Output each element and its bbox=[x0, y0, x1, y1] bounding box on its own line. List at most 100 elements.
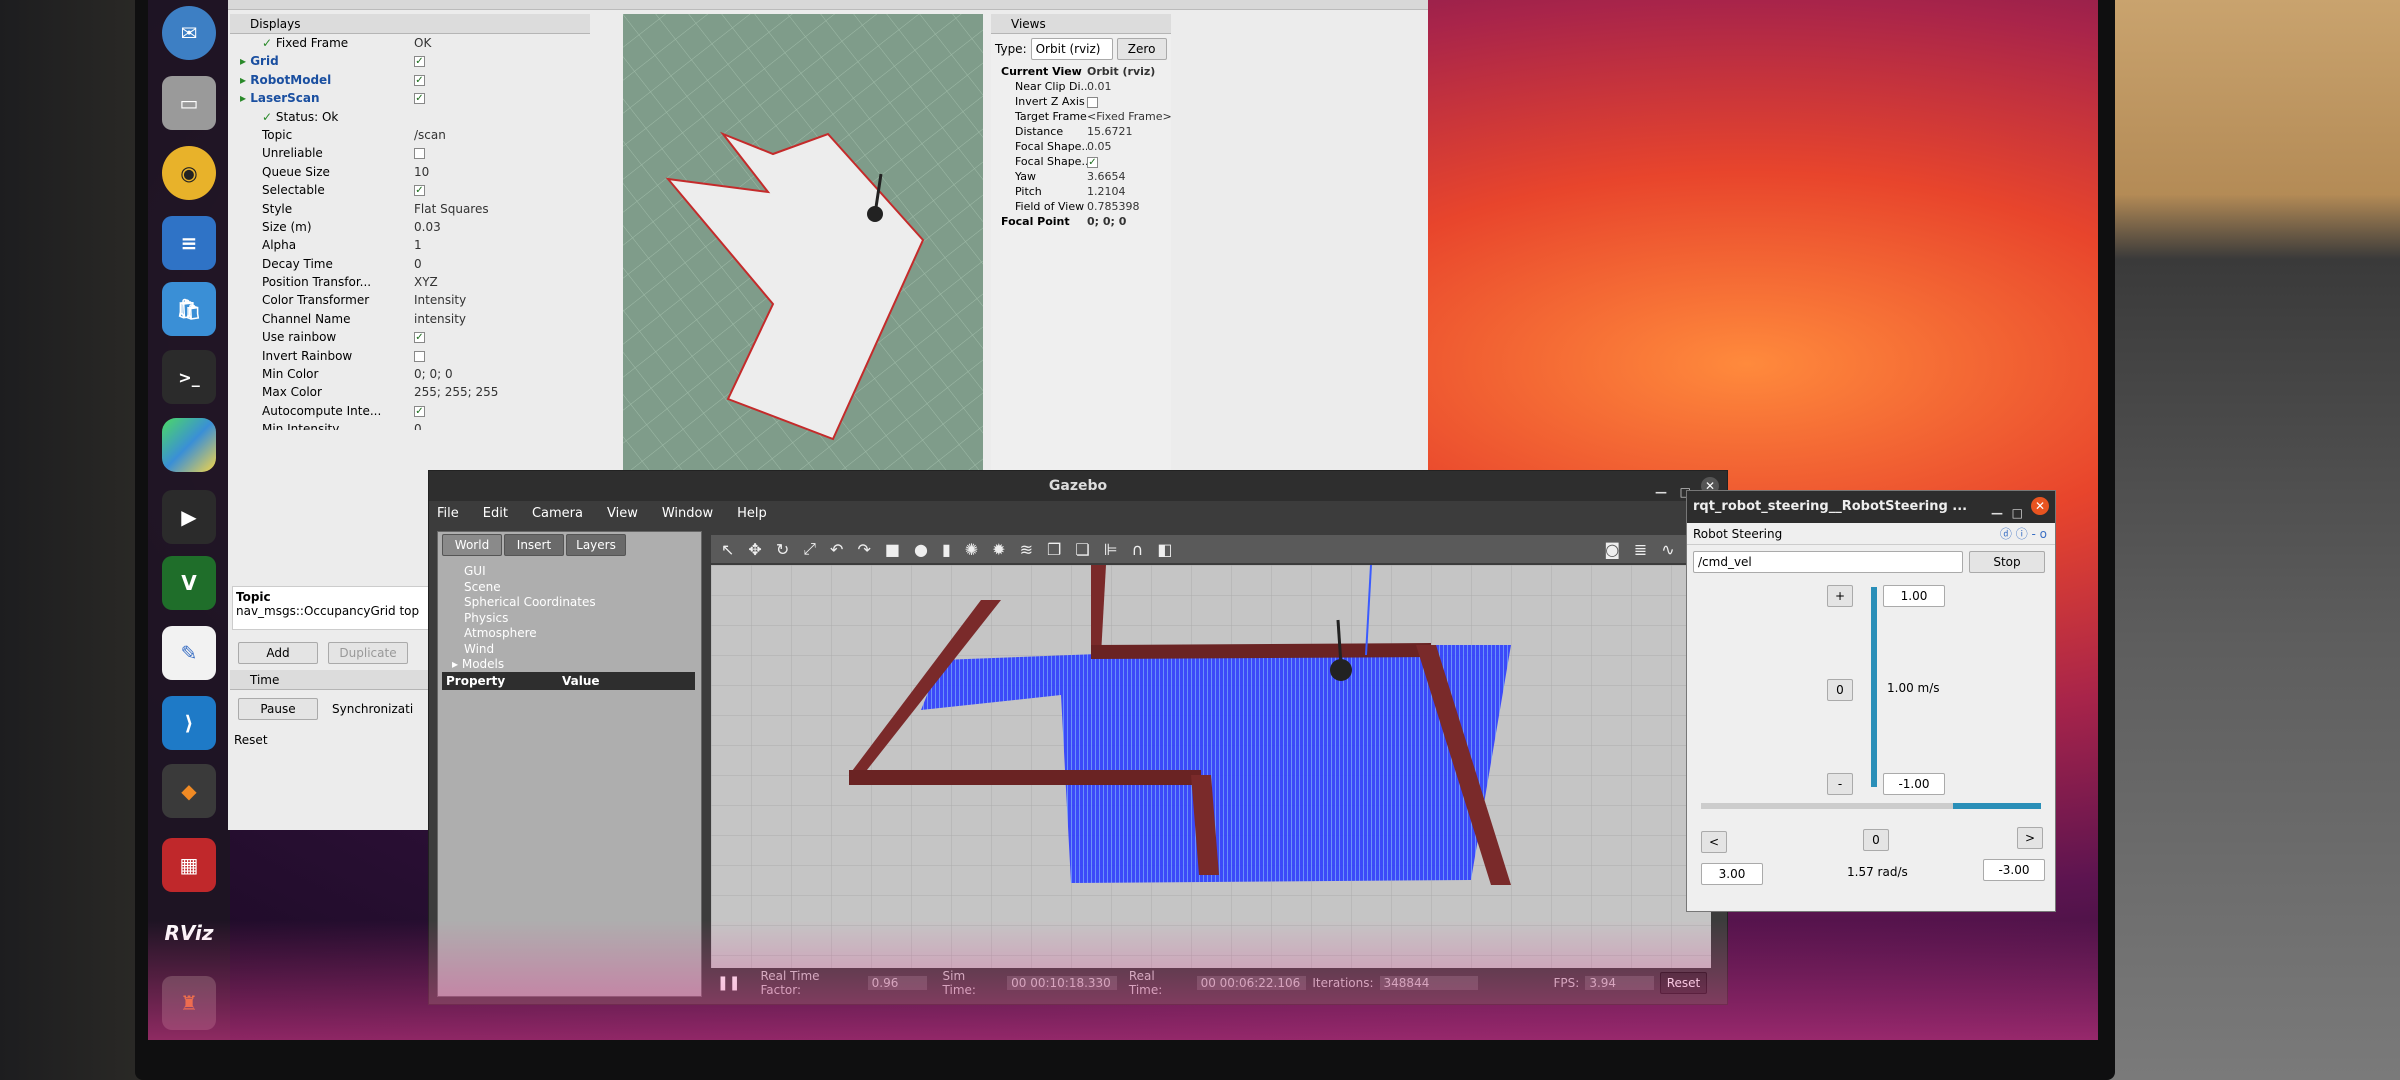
media-icon[interactable]: ▶ bbox=[162, 490, 216, 544]
display-property-row[interactable]: Color Transformer Intensity bbox=[234, 291, 590, 309]
display-property-row[interactable]: ▸ LaserScan ✓ bbox=[234, 89, 590, 107]
software-icon[interactable]: 🛍 bbox=[162, 282, 216, 336]
menu-file[interactable]: File bbox=[437, 501, 459, 527]
sphere-icon[interactable]: ● bbox=[914, 540, 928, 559]
checkbox[interactable]: ✓ bbox=[414, 56, 425, 68]
checkbox[interactable] bbox=[1087, 96, 1098, 108]
displays-tree[interactable]: ✓ Fixed Frame OK ▸ Grid ✓ ▸ RobotModel ✓ ▸ Las… bbox=[230, 34, 590, 470]
files-icon[interactable]: ▭ bbox=[162, 76, 216, 130]
screenshot-icon[interactable]: ◙ bbox=[1604, 540, 1620, 559]
display-property-row[interactable]: Topic/scan bbox=[234, 126, 590, 144]
3d-cube-icon[interactable] bbox=[162, 418, 216, 472]
view-property-row[interactable]: Distance 15.6721 bbox=[997, 124, 1171, 139]
display-property-row[interactable]: Decay Time 0 bbox=[234, 255, 590, 273]
editor-icon[interactable]: ✎ bbox=[162, 626, 216, 680]
view-property-row[interactable]: Focal Point 0; 0; 0 bbox=[997, 214, 1171, 229]
world-tree-item[interactable]: Scene bbox=[464, 580, 701, 596]
close-icon[interactable]: ✕ bbox=[2031, 497, 2049, 515]
view-property-row[interactable]: Invert Z Axis bbox=[997, 94, 1171, 109]
rhythmbox-icon[interactable]: ◉ bbox=[162, 146, 216, 200]
menu-window[interactable]: Window bbox=[662, 501, 713, 527]
cylinder-icon[interactable]: ▮ bbox=[942, 540, 951, 559]
linear-minus-button[interactable]: - bbox=[1827, 773, 1853, 795]
help-icon[interactable]: ⓓ ⓘ - o bbox=[2000, 523, 2047, 545]
menu-camera[interactable]: Camera bbox=[532, 501, 583, 527]
checkbox[interactable]: ✓ bbox=[414, 332, 425, 344]
angular-slider-track[interactable] bbox=[1701, 803, 2041, 809]
expand-icon[interactable]: ▸ bbox=[452, 657, 462, 671]
view-property-row[interactable]: Focal Shape... 0.05 bbox=[997, 139, 1171, 154]
checkbox[interactable]: ✓ bbox=[414, 74, 425, 86]
linear-max-spinbox[interactable]: 1.00 bbox=[1883, 585, 1945, 607]
point-light-icon[interactable]: ✺ bbox=[965, 540, 978, 559]
box-icon[interactable]: ■ bbox=[885, 540, 900, 559]
layers-icon[interactable]: ◆ bbox=[162, 764, 216, 818]
checkbox[interactable]: ✓ bbox=[414, 185, 425, 197]
view-property-row[interactable]: Current View Orbit (rviz) bbox=[997, 64, 1171, 79]
display-property-row[interactable]: Unreliable bbox=[234, 144, 590, 162]
align-icon[interactable]: ⊫ bbox=[1104, 540, 1118, 559]
linear-min-spinbox[interactable]: -1.00 bbox=[1883, 773, 1945, 795]
change-view-icon[interactable]: ◧ bbox=[1157, 540, 1172, 559]
display-property-row[interactable]: Size (m) 0.03 bbox=[234, 218, 590, 236]
tab-insert[interactable]: Insert bbox=[504, 534, 564, 556]
checkbox[interactable]: ✓ bbox=[414, 405, 425, 417]
view-property-row[interactable]: Near Clip Di... 0.01 bbox=[997, 79, 1171, 94]
display-property-row[interactable]: ▸ Grid ✓ bbox=[234, 52, 590, 70]
time-reset-button[interactable]: Reset bbox=[234, 730, 284, 750]
display-property-row[interactable]: Autocompute Inte... ✓ bbox=[234, 402, 590, 420]
stop-button[interactable]: Stop bbox=[1969, 551, 2045, 573]
display-property-row[interactable]: Min Color 0; 0; 0 bbox=[234, 365, 590, 383]
pause-button[interactable]: Pause bbox=[238, 698, 318, 720]
angular-max-spinbox[interactable]: 3.00 bbox=[1701, 863, 1763, 885]
rotate-icon[interactable]: ↻ bbox=[776, 540, 789, 559]
angular-min-spinbox[interactable]: -3.00 bbox=[1983, 859, 2045, 881]
checkbox[interactable]: ✓ bbox=[1087, 156, 1098, 168]
display-property-row[interactable]: Queue Size 10 bbox=[234, 163, 590, 181]
directional-light-icon[interactable]: ≋ bbox=[1020, 540, 1033, 559]
rviz-icon[interactable]: RViz bbox=[162, 906, 216, 960]
checkbox[interactable] bbox=[414, 148, 425, 160]
app-icon[interactable]: ▦ bbox=[162, 838, 216, 892]
angular-right-button[interactable]: > bbox=[2017, 827, 2043, 849]
undo-icon[interactable]: ↶ bbox=[830, 540, 843, 559]
angular-left-button[interactable]: < bbox=[1701, 831, 1727, 853]
display-property-row[interactable]: ▸ RobotModel ✓ bbox=[234, 71, 590, 89]
scale-icon[interactable]: ⤢ bbox=[803, 539, 816, 559]
pause-icon[interactable]: ❚❚ bbox=[717, 975, 740, 991]
display-property-row[interactable]: Invert Rainbow bbox=[234, 347, 590, 365]
display-property-row[interactable]: Max Color 255; 255; 255 bbox=[234, 383, 590, 401]
view-property-row[interactable]: Pitch 1.2104 bbox=[997, 184, 1171, 199]
paste-icon[interactable]: ❏ bbox=[1075, 540, 1089, 559]
display-property-row[interactable]: Alpha 1 bbox=[234, 236, 590, 254]
duplicate-display-button[interactable]: Duplicate bbox=[328, 642, 408, 664]
vim-icon[interactable]: V bbox=[162, 556, 216, 610]
redo-icon[interactable]: ↷ bbox=[857, 540, 870, 559]
display-property-row[interactable]: Selectable ✓ bbox=[234, 181, 590, 199]
world-tree-item[interactable]: ▸ Models bbox=[452, 657, 701, 673]
select-mode-icon[interactable]: ↖ bbox=[721, 540, 734, 559]
views-tree[interactable]: Current View Orbit (rviz) Near Clip Di... 0… bbox=[991, 64, 1171, 229]
copy-icon[interactable]: ❐ bbox=[1047, 540, 1061, 559]
menu-help[interactable]: Help bbox=[737, 501, 767, 527]
linear-zero-button[interactable]: 0 bbox=[1827, 679, 1853, 701]
display-property-row[interactable]: Style Flat Squares bbox=[234, 200, 590, 218]
gazebo-3d-scene[interactable] bbox=[711, 565, 1711, 968]
joystick-icon[interactable]: ♜ bbox=[162, 976, 216, 1030]
view-property-row[interactable]: Yaw 3.6654 bbox=[997, 169, 1171, 184]
display-property-row[interactable]: ✓ Fixed Frame OK bbox=[234, 34, 590, 52]
minimize-icon[interactable]: — bbox=[1655, 477, 1667, 507]
terminal-icon[interactable]: >_ bbox=[162, 350, 216, 404]
zero-button[interactable]: Zero bbox=[1116, 38, 1167, 60]
rviz-3d-view[interactable] bbox=[623, 14, 983, 470]
tab-world[interactable]: World bbox=[442, 534, 502, 556]
view-type-select[interactable]: Orbit (rviz) bbox=[1030, 38, 1113, 60]
menu-view[interactable]: View bbox=[607, 501, 638, 527]
reset-world-button[interactable]: Reset bbox=[1660, 972, 1707, 994]
snap-icon[interactable]: ∩ bbox=[1132, 540, 1144, 559]
view-property-row[interactable]: Target Frame <Fixed Frame> bbox=[997, 109, 1171, 124]
view-property-row[interactable]: Field of View 0.785398 bbox=[997, 199, 1171, 214]
topic-input[interactable]: /cmd_vel bbox=[1693, 551, 1963, 573]
angular-zero-button[interactable]: 0 bbox=[1863, 829, 1889, 851]
world-tree[interactable]: GUI Scene Spherical Coordinates Physics Atmo… bbox=[438, 558, 701, 688]
